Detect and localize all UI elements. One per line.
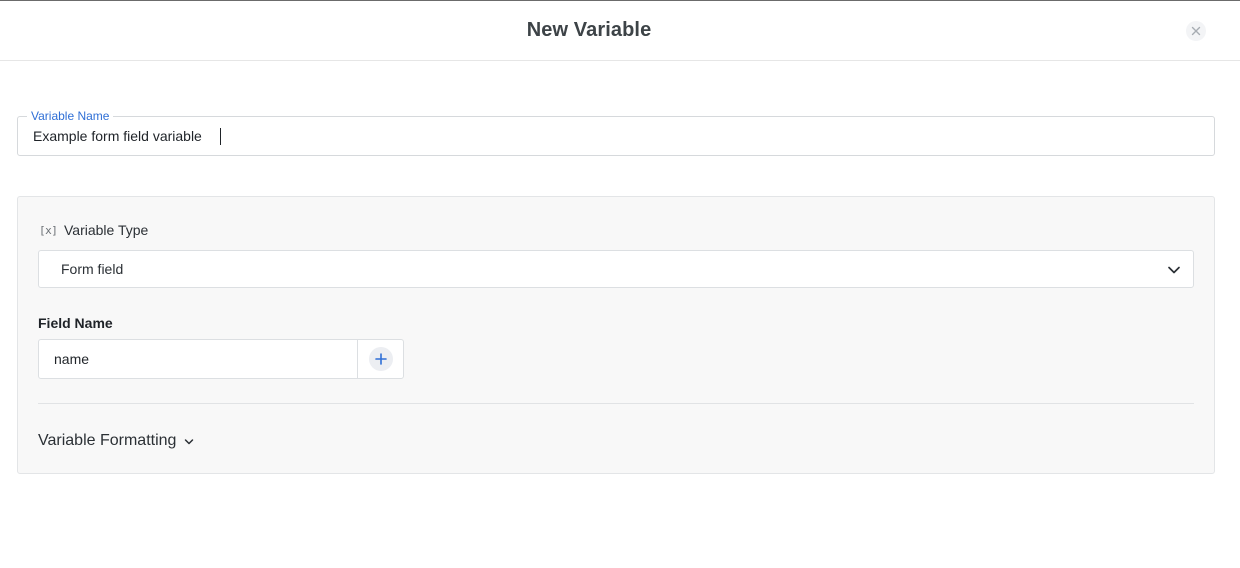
variable-type-selected-value: Form field [61,261,124,277]
field-name-label: Field Name [38,315,113,331]
modal-header: New Variable [0,1,1240,61]
variable-type-label: Variable Type [64,222,149,238]
field-name-group [38,339,404,379]
variable-formatting-toggle[interactable]: Variable Formatting [38,431,194,451]
variable-name-input[interactable] [33,117,1193,155]
close-button[interactable] [1186,21,1206,41]
plus-icon [374,353,387,365]
add-button-circle [368,347,393,371]
panel-divider [38,403,1194,404]
variable-name-field[interactable]: Variable Name [17,109,1215,156]
modal-title: New Variable [526,19,652,41]
chevron-down-icon [1168,266,1180,274]
variable-type-heading: [x] Variable Type [39,221,148,239]
variable-icon: [x] [39,223,58,237]
variable-formatting-label: Variable Formatting [38,432,177,449]
variable-settings-panel: [x] Variable Type Form field Field Name … [17,196,1215,474]
field-name-input[interactable] [39,340,357,378]
close-icon [1191,26,1201,36]
add-field-button[interactable] [357,340,403,378]
variable-type-select[interactable]: Form field [38,250,1194,288]
text-caret [220,128,221,145]
chevron-down-icon [185,439,194,445]
